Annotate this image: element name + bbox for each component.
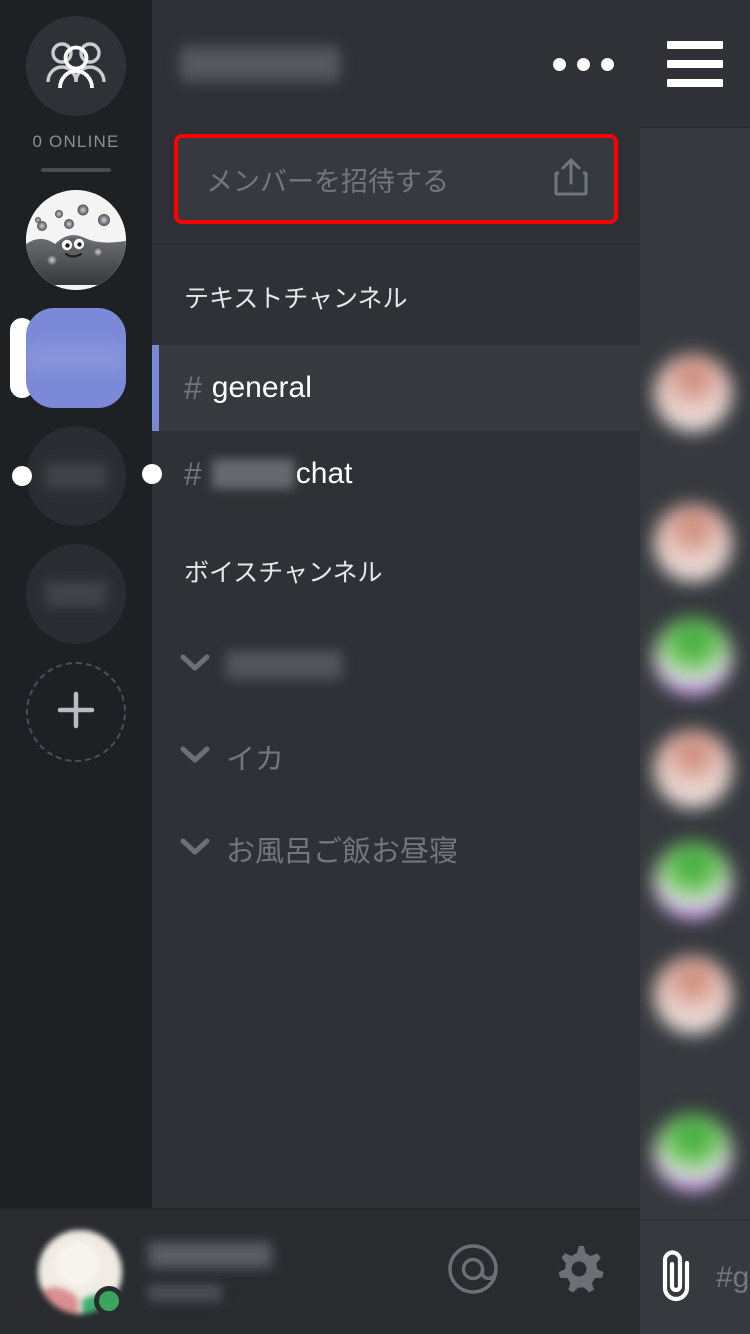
- chat-header: [640, 0, 750, 128]
- chat-peek-panel[interactable]: #g: [640, 0, 750, 1334]
- more-options-button[interactable]: [553, 57, 614, 71]
- server-unread-pill: [12, 466, 32, 486]
- channel-name: chat: [295, 457, 353, 490]
- channel-blurred-chat[interactable]: # chat: [142, 431, 640, 517]
- message-avatar: [654, 956, 732, 1034]
- channel-name: general: [211, 371, 312, 404]
- message-list[interactable]: [640, 128, 750, 1220]
- server-tile: [26, 426, 126, 526]
- voice-channels-category: ボイスチャンネル: [184, 559, 383, 587]
- server-active-tile: [26, 308, 126, 408]
- hamburger-menu-icon[interactable]: [667, 40, 723, 87]
- message-avatar: [654, 354, 732, 432]
- user-bar: [0, 1208, 640, 1334]
- text-channels-category: テキストチャンネル: [184, 285, 408, 313]
- user-identity: [148, 1241, 272, 1302]
- chevron-down-icon: [180, 838, 210, 861]
- slime-avatar: [26, 190, 126, 290]
- server-icon-slime[interactable]: [26, 190, 126, 290]
- channel-panel: メンバーを招待する テキストチャンネル # general # chat ボイス…: [142, 0, 640, 1334]
- status-badge-online: [94, 1285, 124, 1316]
- message-input-placeholder: #g: [716, 1260, 750, 1294]
- friends-group-icon: [45, 38, 107, 95]
- paperclip-icon[interactable]: [658, 1246, 698, 1309]
- server-name-title: [180, 47, 340, 81]
- three-dots-icon: [553, 57, 566, 71]
- discord-mobile-app: 0 ONLINE メンバーを招待する テキストチャンネル # general #…: [0, 0, 750, 1334]
- server-name-blurred: [45, 463, 107, 489]
- three-dots-icon: [601, 57, 614, 71]
- invite-section: メンバーを招待する: [152, 128, 640, 244]
- voice-channel-0[interactable]: [152, 619, 640, 711]
- message-avatar: [654, 618, 732, 696]
- voice-channel-name: お風呂ご飯お昼寝: [226, 836, 459, 868]
- server-header[interactable]: [152, 0, 640, 128]
- channel-general[interactable]: # general: [152, 345, 640, 431]
- voice-channel-name: イカ: [226, 744, 285, 776]
- invite-members-label: メンバーを招待する: [206, 166, 449, 197]
- server-tile: [26, 544, 126, 644]
- rail-divider: [41, 168, 111, 172]
- server-icon-active[interactable]: [10, 308, 126, 408]
- user-bar-actions: [446, 1242, 606, 1301]
- home-friends-button[interactable]: [26, 16, 126, 116]
- plus-icon: [53, 687, 99, 738]
- voice-channel-1[interactable]: イカ: [152, 711, 640, 803]
- unread-indicator: [142, 464, 162, 484]
- server-icon-3[interactable]: [26, 544, 126, 644]
- server-icon-unread[interactable]: [12, 426, 126, 526]
- chevron-down-icon: [180, 654, 210, 677]
- message-avatar: [654, 1114, 732, 1192]
- message-avatar: [654, 730, 732, 808]
- hash-icon: #: [184, 455, 202, 492]
- gear-icon[interactable]: [552, 1242, 606, 1301]
- online-count-label: 0 ONLINE: [32, 132, 120, 151]
- server-name-blurred: [45, 581, 107, 607]
- invite-members-button[interactable]: メンバーを招待する: [174, 134, 618, 224]
- hash-icon: #: [184, 369, 202, 406]
- add-server-button[interactable]: [26, 662, 126, 762]
- share-icon[interactable]: [554, 157, 588, 202]
- username: [148, 1241, 272, 1268]
- channel-name-blurred: [211, 459, 294, 489]
- voice-channel-2[interactable]: お風呂ご飯お昼寝: [152, 803, 640, 895]
- user-discriminator: [148, 1283, 222, 1302]
- three-dots-icon: [577, 57, 590, 71]
- server-rail: 0 ONLINE: [0, 0, 152, 1334]
- chevron-down-icon: [180, 746, 210, 769]
- message-avatar: [654, 842, 732, 920]
- message-input-bar[interactable]: #g: [640, 1220, 750, 1334]
- at-icon[interactable]: [446, 1242, 500, 1301]
- active-channel-bar: [152, 345, 159, 431]
- message-avatar: [654, 504, 732, 582]
- voice-channel-name-blurred: [226, 651, 342, 679]
